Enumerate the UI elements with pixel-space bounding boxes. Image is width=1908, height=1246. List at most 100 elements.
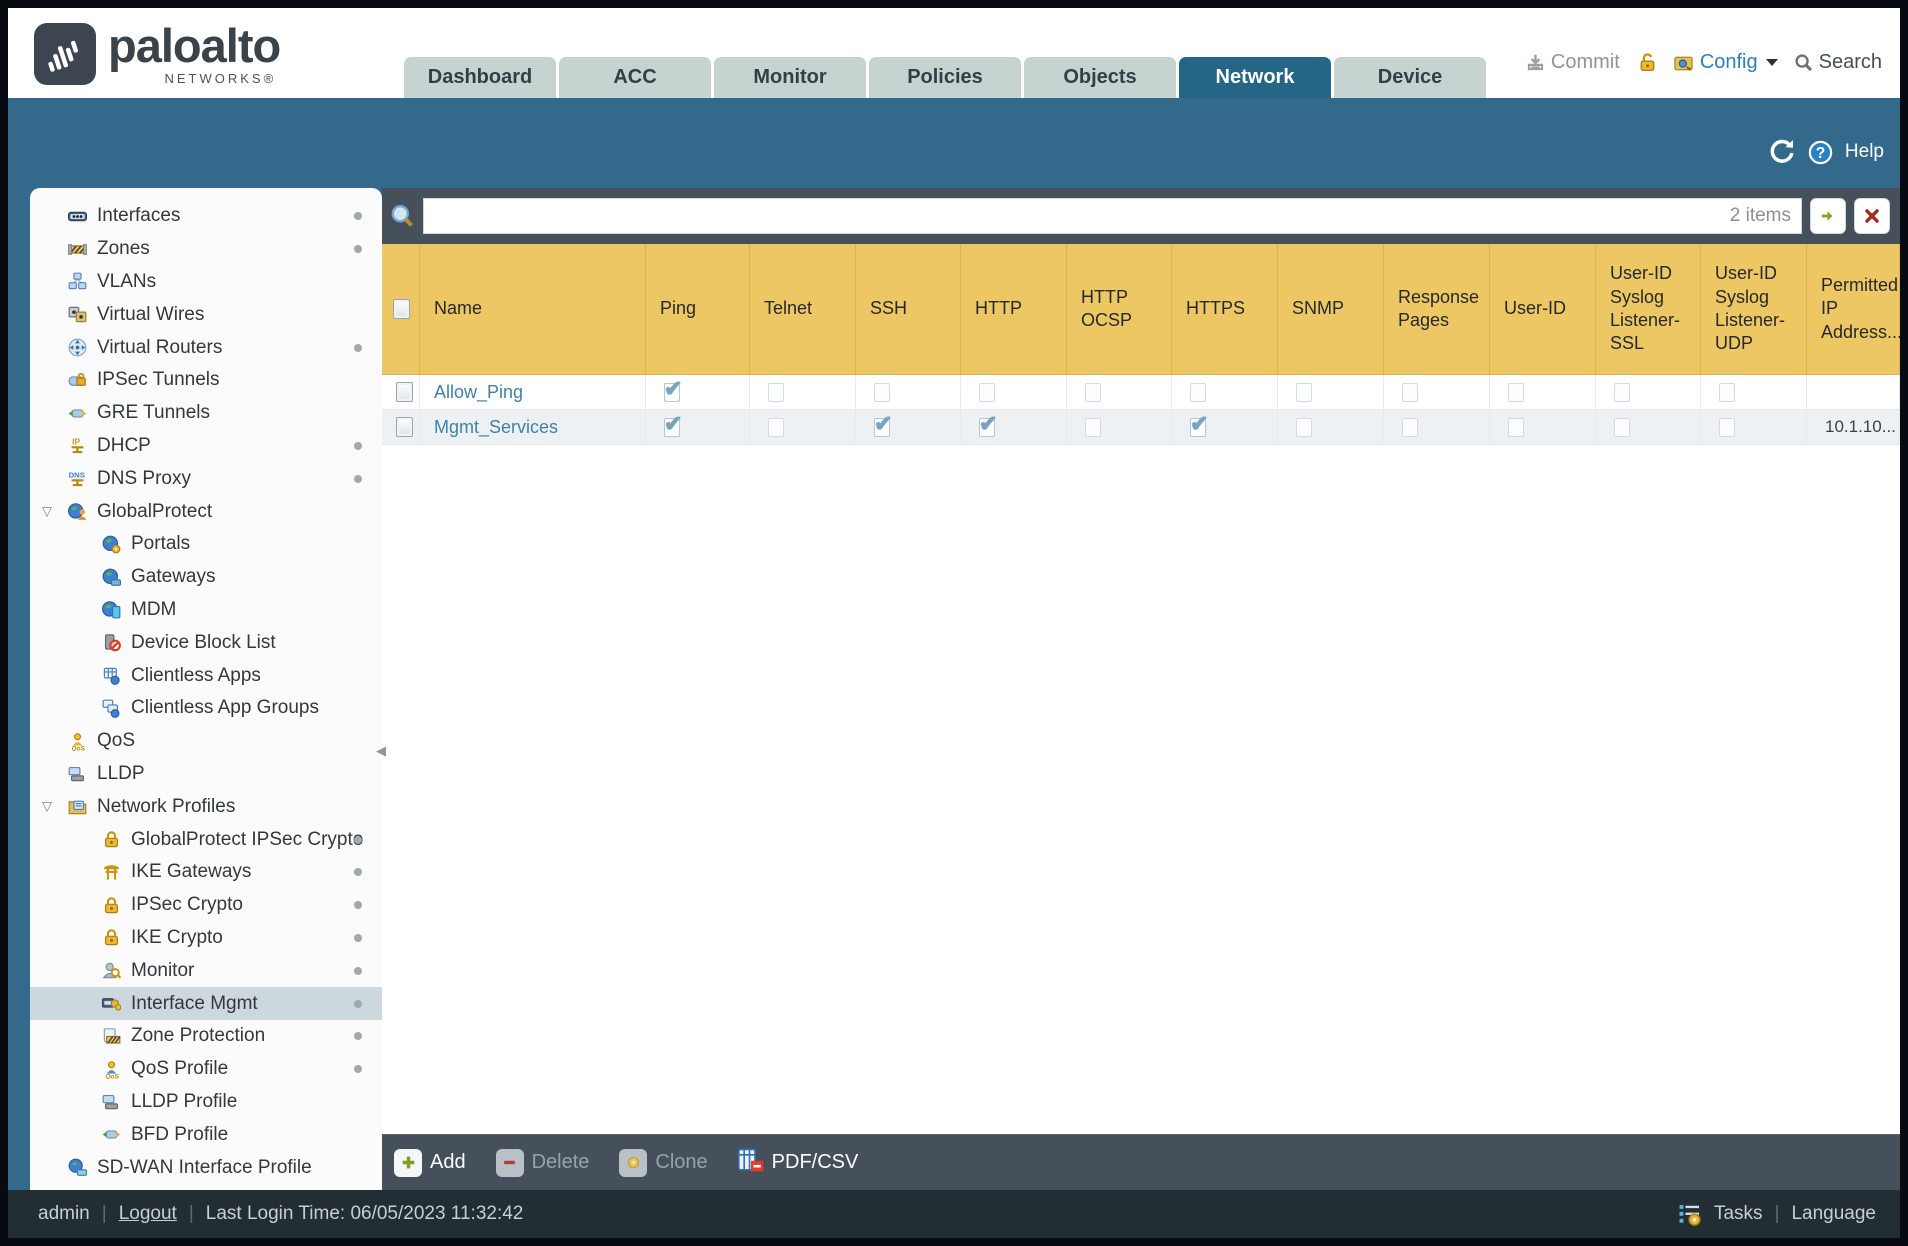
sidebar-item-mdm[interactable]: MDM	[30, 594, 382, 627]
tab-monitor[interactable]: Monitor	[714, 57, 866, 98]
unchecked-checkbox[interactable]	[1085, 382, 1101, 402]
service-cell-user-id-syslog-listener-ssl	[1596, 375, 1701, 410]
sidebar-item-sd-wan-interface-profile[interactable]: SD-WAN Interface Profile	[30, 1151, 382, 1184]
commit-button[interactable]: Commit	[1526, 51, 1620, 74]
unchecked-checkbox[interactable]	[1296, 417, 1312, 437]
sidebar-item-monitor[interactable]: Monitor	[30, 954, 382, 987]
sidebar-item-portals[interactable]: Portals	[30, 528, 382, 561]
clear-filter-button[interactable]	[1854, 198, 1890, 234]
unchecked-checkbox[interactable]	[1614, 417, 1630, 437]
apply-filter-button[interactable]	[1810, 198, 1846, 234]
sidebar-item-label: GlobalProtect IPSec Crypto	[131, 828, 364, 850]
row-select-checkbox[interactable]	[396, 417, 413, 437]
sidebar-item-bfd-profile[interactable]: BFD Profile	[30, 1118, 382, 1151]
tab-device[interactable]: Device	[1334, 57, 1486, 98]
pdf-csv-button[interactable]: PDF/CSV	[737, 1147, 858, 1178]
unchecked-checkbox[interactable]	[1719, 417, 1735, 437]
help-icon[interactable]: ?	[1808, 140, 1833, 165]
tree-expand-icon[interactable]: ▽	[42, 798, 52, 814]
sidebar-item-zone-protection[interactable]: Zone Protection	[30, 1020, 382, 1053]
profile-name-link[interactable]: Mgmt_Services	[434, 417, 558, 438]
column-header-permitted-ip-address[interactable]: Permitted IP Address...	[1807, 244, 1900, 374]
item-dot	[354, 999, 362, 1008]
checked-checkbox[interactable]	[979, 411, 997, 437]
tab-policies[interactable]: Policies	[869, 57, 1021, 98]
sidebar-item-qos[interactable]: QoS QoS	[30, 725, 382, 758]
sidebar-item-virtual-wires[interactable]: Virtual Wires	[30, 298, 382, 331]
column-header-ssh[interactable]: SSH	[856, 244, 961, 374]
sidebar-item-network-profiles[interactable]: ▽ Network Profiles	[30, 790, 382, 823]
sidebar-item-dhcp[interactable]: IP DHCP	[30, 430, 382, 463]
sidebar-item-gateways[interactable]: Gateways	[30, 561, 382, 594]
sidebar-item-lldp[interactable]: LLDP	[30, 758, 382, 791]
checked-checkbox[interactable]	[874, 411, 892, 437]
row-select-checkbox[interactable]	[396, 382, 413, 402]
dns-proxy-icon: DNS	[68, 470, 88, 488]
language-button[interactable]: Language	[1791, 1203, 1876, 1225]
sidebar-collapse-icon[interactable]: ◀	[376, 743, 386, 759]
sidebar-item-ike-gateways[interactable]: IKE Gateways	[30, 856, 382, 889]
unchecked-checkbox[interactable]	[1508, 382, 1524, 402]
logout-link[interactable]: Logout	[119, 1203, 177, 1225]
sidebar-item-ipsec-tunnels[interactable]: IPSec Tunnels	[30, 364, 382, 397]
column-header-http-ocsp[interactable]: HTTP OCSP	[1067, 244, 1172, 374]
column-header-user-id[interactable]: User-ID	[1490, 244, 1596, 374]
checked-checkbox[interactable]	[1190, 411, 1208, 437]
sidebar-item-globalprotect-ipsec-crypto[interactable]: GlobalProtect IPSec Crypto	[30, 823, 382, 856]
service-cell-response-pages	[1384, 410, 1490, 445]
sidebar-item-interface-mgmt[interactable]: Interface Mgmt	[30, 987, 382, 1020]
unchecked-checkbox[interactable]	[1614, 382, 1630, 402]
profile-name-link[interactable]: Allow_Ping	[434, 382, 523, 403]
virtual-routers-icon	[68, 338, 88, 357]
sidebar-item-lldp-profile[interactable]: LLDP Profile	[30, 1086, 382, 1119]
sidebar-item-vlans[interactable]: VLANs	[30, 266, 382, 299]
refresh-icon[interactable]	[1768, 138, 1796, 166]
checked-checkbox[interactable]	[664, 411, 682, 437]
column-header-ping[interactable]: Ping	[646, 244, 750, 374]
sidebar-item-dns-proxy[interactable]: DNS DNS Proxy	[30, 462, 382, 495]
sidebar-item-zones[interactable]: Zones	[30, 233, 382, 266]
lock-icon[interactable]	[1636, 52, 1657, 73]
select-all-checkbox[interactable]	[393, 299, 410, 319]
checked-checkbox[interactable]	[664, 376, 682, 402]
unchecked-checkbox[interactable]	[1719, 382, 1735, 402]
column-header-snmp[interactable]: SNMP	[1278, 244, 1384, 374]
sidebar-item-clientless-app-groups[interactable]: Clientless App Groups	[30, 692, 382, 725]
add-button[interactable]: Add	[394, 1148, 466, 1177]
config-menu-button[interactable]: Config	[1673, 51, 1778, 74]
tab-network[interactable]: Network	[1179, 57, 1331, 98]
sidebar-item-ike-crypto[interactable]: IKE Crypto	[30, 922, 382, 955]
sidebar-item-qos-profile[interactable]: QoS QoS Profile	[30, 1053, 382, 1086]
column-header-name[interactable]: Name	[420, 244, 646, 374]
unchecked-checkbox[interactable]	[768, 382, 784, 402]
unchecked-checkbox[interactable]	[1190, 382, 1206, 402]
tab-objects[interactable]: Objects	[1024, 57, 1176, 98]
sidebar-item-globalprotect[interactable]: ▽ GlobalProtect	[30, 495, 382, 528]
sidebar-item-gre-tunnels[interactable]: GRE Tunnels	[30, 397, 382, 430]
column-header-telnet[interactable]: Telnet	[750, 244, 856, 374]
tab-acc[interactable]: ACC	[559, 57, 711, 98]
sidebar-item-clientless-apps[interactable]: Clientless Apps	[30, 659, 382, 692]
tasks-button[interactable]: Tasks	[1714, 1203, 1763, 1225]
unchecked-checkbox[interactable]	[1402, 417, 1418, 437]
sidebar-item-virtual-routers[interactable]: Virtual Routers	[30, 331, 382, 364]
sidebar-item-device-block-list[interactable]: Device Block List	[30, 626, 382, 659]
unchecked-checkbox[interactable]	[874, 382, 890, 402]
column-header-http[interactable]: HTTP	[961, 244, 1067, 374]
column-header-user-id-syslog-listener-ssl[interactable]: User-ID Syslog Listener-SSL	[1596, 244, 1701, 374]
unchecked-checkbox[interactable]	[979, 382, 995, 402]
global-search-button[interactable]: Search	[1794, 51, 1882, 74]
unchecked-checkbox[interactable]	[768, 417, 784, 437]
unchecked-checkbox[interactable]	[1296, 382, 1312, 402]
sidebar-item-interfaces[interactable]: Interfaces	[30, 200, 382, 233]
tab-dashboard[interactable]: Dashboard	[404, 57, 556, 98]
column-header-user-id-syslog-listener-udp[interactable]: User-ID Syslog Listener-UDP	[1701, 244, 1807, 374]
tree-expand-icon[interactable]: ▽	[42, 503, 52, 519]
column-header-response-pages[interactable]: Response Pages	[1384, 244, 1490, 374]
unchecked-checkbox[interactable]	[1508, 417, 1524, 437]
filter-input[interactable]	[434, 205, 1730, 227]
unchecked-checkbox[interactable]	[1085, 417, 1101, 437]
unchecked-checkbox[interactable]	[1402, 382, 1418, 402]
column-header-https[interactable]: HTTPS	[1172, 244, 1278, 374]
sidebar-item-ipsec-crypto[interactable]: IPSec Crypto	[30, 889, 382, 922]
